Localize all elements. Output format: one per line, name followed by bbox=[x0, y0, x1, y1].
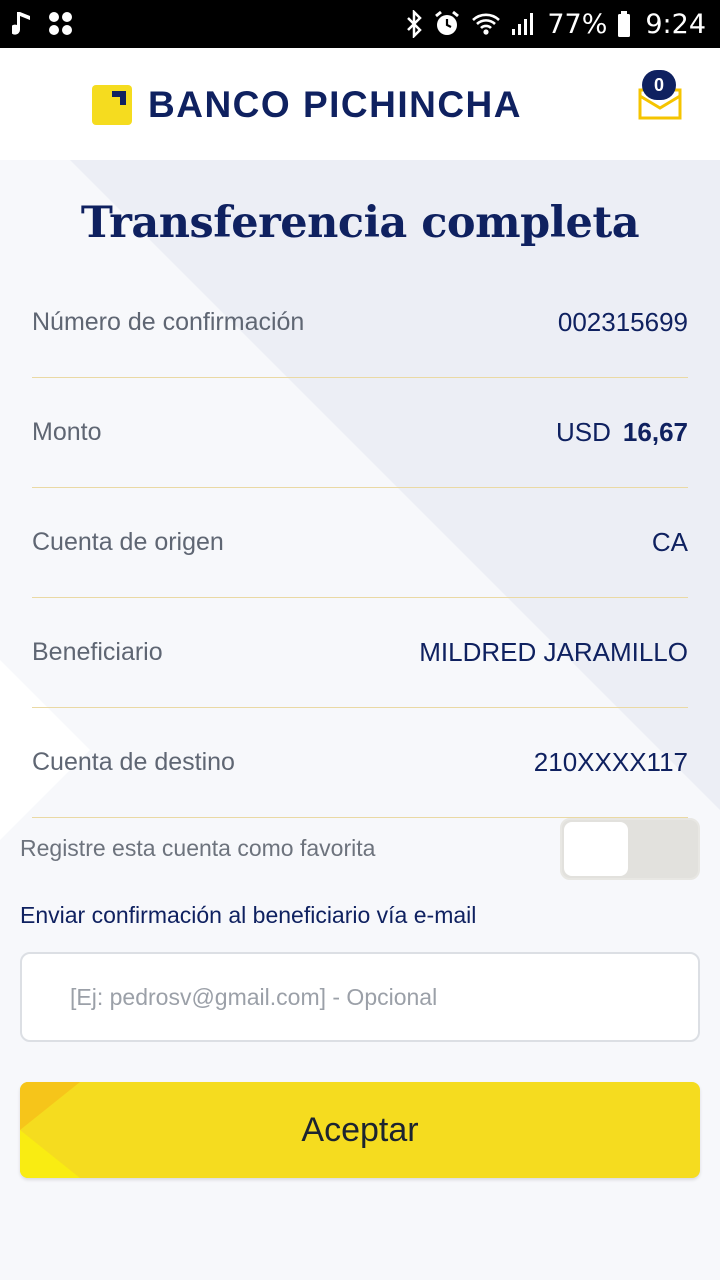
brand-logo-mark-icon bbox=[92, 85, 132, 125]
music-note-icon bbox=[12, 10, 34, 38]
status-right: 77% 9:24 bbox=[405, 9, 706, 40]
accept-button-label: Aceptar bbox=[301, 1110, 419, 1149]
battery-percent: 77% bbox=[547, 8, 608, 40]
detail-row-beneficiary: Beneficiario MILDRED JARAMILLO bbox=[32, 598, 688, 708]
wifi-icon bbox=[471, 11, 501, 37]
detail-label: Cuenta de destino bbox=[32, 748, 235, 776]
favorite-toggle[interactable] bbox=[560, 818, 700, 880]
detail-value: MILDRED JARAMILLO bbox=[419, 637, 688, 667]
toggle-knob bbox=[564, 822, 628, 876]
detail-row-destination-account: Cuenta de destino 210XXXX117 bbox=[32, 708, 688, 818]
favorite-toggle-label: Registre esta cuenta como favorita bbox=[20, 835, 376, 861]
accept-button[interactable]: Aceptar bbox=[20, 1082, 700, 1178]
clock: 9:24 bbox=[645, 8, 706, 40]
app-header: BANCO PICHINCHA 0 bbox=[0, 48, 720, 160]
detail-label: Cuenta de origen bbox=[32, 528, 224, 556]
amount-value: 16,67 bbox=[622, 417, 688, 447]
detail-label: Monto bbox=[32, 418, 102, 446]
detail-row-amount: Monto USD 16,67 bbox=[32, 378, 688, 488]
detail-row-confirmation-number: Número de confirmación 002315699 bbox=[32, 268, 688, 378]
status-left bbox=[12, 10, 74, 38]
app-grid-icon bbox=[48, 11, 74, 37]
detail-row-source-account: Cuenta de origen CA bbox=[32, 488, 688, 598]
mail-button[interactable]: 0 bbox=[638, 70, 684, 122]
detail-label: Número de confirmación bbox=[32, 308, 305, 336]
transfer-receipt: Transferencia completa Número de confirm… bbox=[0, 160, 720, 1280]
detail-value: 002315699 bbox=[557, 307, 688, 337]
status-bar: 77% 9:24 bbox=[0, 0, 720, 48]
detail-label: Beneficiario bbox=[32, 638, 163, 666]
brand-name: BANCO PICHINCHA bbox=[148, 84, 522, 125]
email-confirmation-label: Enviar confirmación al beneficiario vía … bbox=[20, 902, 477, 928]
bluetooth-icon bbox=[405, 10, 423, 38]
mail-badge-count: 0 bbox=[642, 70, 676, 100]
email-input[interactable] bbox=[20, 952, 700, 1042]
battery-icon bbox=[617, 10, 631, 38]
page-title: Transferencia completa bbox=[80, 198, 640, 248]
amount-currency: USD bbox=[556, 417, 611, 447]
signal-icon bbox=[511, 11, 537, 37]
detail-value-amount: USD 16,67 bbox=[556, 417, 688, 448]
transfer-details: Número de confirmación 002315699 Monto U… bbox=[32, 268, 688, 818]
brand-logo: BANCO PICHINCHA bbox=[92, 84, 522, 126]
detail-value: CA bbox=[651, 527, 688, 557]
alarm-clock-icon bbox=[433, 10, 461, 38]
detail-value: 210XXXX117 bbox=[533, 747, 688, 777]
